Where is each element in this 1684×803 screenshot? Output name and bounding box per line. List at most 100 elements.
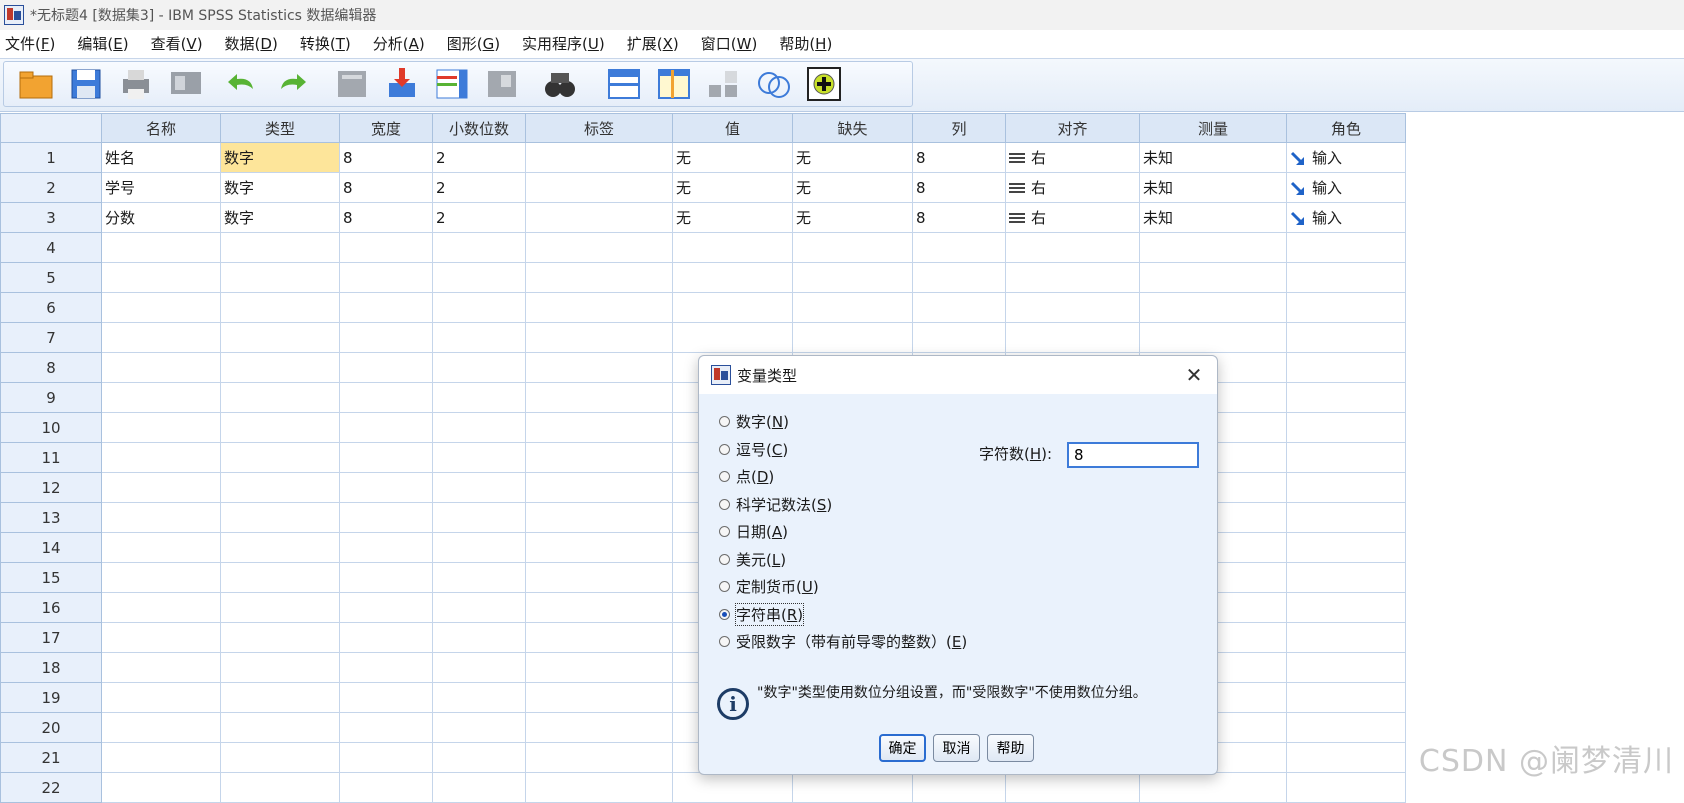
- menu-item-7[interactable]: 实用程序(U): [511, 30, 616, 58]
- row-number[interactable]: 8: [0, 352, 102, 383]
- cell-align[interactable]: [1005, 322, 1140, 353]
- cell-role[interactable]: [1286, 682, 1406, 713]
- radio-button[interactable]: [719, 608, 730, 620]
- cell-measure[interactable]: 未知: [1139, 172, 1287, 203]
- cell-decimals[interactable]: [432, 382, 526, 413]
- cell-role[interactable]: [1286, 652, 1406, 683]
- type-option-4[interactable]: 日期(A): [719, 518, 967, 546]
- row-number[interactable]: 4: [0, 232, 102, 263]
- cell-role[interactable]: [1286, 472, 1406, 503]
- cell-label[interactable]: [525, 442, 673, 473]
- row-number[interactable]: 2: [0, 172, 102, 203]
- cell-decimals[interactable]: [432, 292, 526, 323]
- cell-width[interactable]: [339, 712, 433, 743]
- radio-button[interactable]: [719, 553, 730, 565]
- cell-width[interactable]: [339, 532, 433, 563]
- radio-button[interactable]: [719, 416, 730, 428]
- row-number[interactable]: 12: [0, 472, 102, 503]
- cell-decimals[interactable]: [432, 712, 526, 743]
- column-header[interactable]: 小数位数: [432, 113, 526, 143]
- cell-align[interactable]: [1005, 232, 1140, 263]
- cell-type[interactable]: [220, 652, 340, 683]
- row-number[interactable]: 6: [0, 292, 102, 323]
- cell-name[interactable]: [101, 382, 221, 413]
- cell-values[interactable]: [672, 322, 793, 353]
- cell-width[interactable]: [339, 262, 433, 293]
- type-option-1[interactable]: 逗号(C): [719, 436, 967, 464]
- cell-missing[interactable]: [792, 772, 913, 803]
- cell-decimals[interactable]: [432, 502, 526, 533]
- row-number[interactable]: 19: [0, 682, 102, 713]
- cell-type[interactable]: [220, 592, 340, 623]
- print-icon[interactable]: [114, 64, 158, 104]
- row-number[interactable]: 10: [0, 412, 102, 443]
- cell-columns[interactable]: [912, 292, 1006, 323]
- cell-decimals[interactable]: 2: [432, 202, 526, 233]
- cell-name[interactable]: [101, 442, 221, 473]
- cell-label[interactable]: [525, 622, 673, 653]
- row-number[interactable]: 16: [0, 592, 102, 623]
- redo-icon[interactable]: [270, 64, 314, 104]
- radio-button[interactable]: [719, 526, 730, 538]
- cell-decimals[interactable]: [432, 622, 526, 653]
- cell-decimals[interactable]: 2: [432, 172, 526, 203]
- cell-label[interactable]: [525, 682, 673, 713]
- cell-role[interactable]: [1286, 262, 1406, 293]
- cell-decimals[interactable]: [432, 412, 526, 443]
- menu-item-6[interactable]: 图形(G): [436, 30, 511, 58]
- cell-align[interactable]: 右: [1005, 142, 1140, 173]
- row-number[interactable]: 17: [0, 622, 102, 653]
- radio-button[interactable]: [719, 443, 730, 455]
- cell-columns[interactable]: 8: [912, 142, 1006, 173]
- cell-decimals[interactable]: [432, 652, 526, 683]
- column-header[interactable]: 角色: [1286, 113, 1406, 143]
- cell-role[interactable]: [1286, 412, 1406, 443]
- cell-name[interactable]: [101, 292, 221, 323]
- row-number[interactable]: 7: [0, 322, 102, 353]
- cell-align[interactable]: 右: [1005, 202, 1140, 233]
- dialog-recall-icon[interactable]: [164, 64, 208, 104]
- cell-type[interactable]: [220, 562, 340, 593]
- cell-name[interactable]: [101, 622, 221, 653]
- cell-name[interactable]: 姓名: [101, 142, 221, 173]
- cell-type[interactable]: [220, 472, 340, 503]
- cell-role[interactable]: 输入: [1286, 142, 1406, 173]
- cell-missing[interactable]: 无: [792, 202, 913, 233]
- save-icon[interactable]: [64, 64, 108, 104]
- cell-role[interactable]: [1286, 622, 1406, 653]
- cell-width[interactable]: [339, 742, 433, 773]
- cell-width[interactable]: [339, 592, 433, 623]
- cell-align[interactable]: [1005, 262, 1140, 293]
- cell-role[interactable]: [1286, 772, 1406, 803]
- cell-missing[interactable]: [792, 262, 913, 293]
- row-number[interactable]: 21: [0, 742, 102, 773]
- cell-decimals[interactable]: [432, 532, 526, 563]
- cell-role[interactable]: 输入: [1286, 172, 1406, 203]
- cell-values[interactable]: 无: [672, 172, 793, 203]
- cell-decimals[interactable]: [432, 682, 526, 713]
- cell-width[interactable]: [339, 292, 433, 323]
- open-folder-icon[interactable]: [14, 64, 58, 104]
- cell-type[interactable]: [220, 232, 340, 263]
- cell-type[interactable]: 数字: [220, 142, 340, 173]
- cell-columns[interactable]: [912, 772, 1006, 803]
- cell-name[interactable]: [101, 742, 221, 773]
- cell-type[interactable]: [220, 442, 340, 473]
- cell-role[interactable]: [1286, 592, 1406, 623]
- cell-label[interactable]: [525, 352, 673, 383]
- goto-variable-icon[interactable]: [380, 64, 424, 104]
- cell-name[interactable]: 分数: [101, 202, 221, 233]
- cell-align[interactable]: [1005, 292, 1140, 323]
- cell-role[interactable]: [1286, 562, 1406, 593]
- cell-measure[interactable]: 未知: [1139, 142, 1287, 173]
- variables-icon[interactable]: [430, 64, 474, 104]
- cell-width[interactable]: [339, 472, 433, 503]
- cell-name[interactable]: [101, 322, 221, 353]
- cell-width[interactable]: [339, 322, 433, 353]
- cell-role[interactable]: [1286, 712, 1406, 743]
- cell-name[interactable]: [101, 532, 221, 563]
- cell-type[interactable]: 数字: [220, 172, 340, 203]
- cell-decimals[interactable]: [432, 472, 526, 503]
- cell-width[interactable]: [339, 382, 433, 413]
- cell-label[interactable]: [525, 172, 673, 203]
